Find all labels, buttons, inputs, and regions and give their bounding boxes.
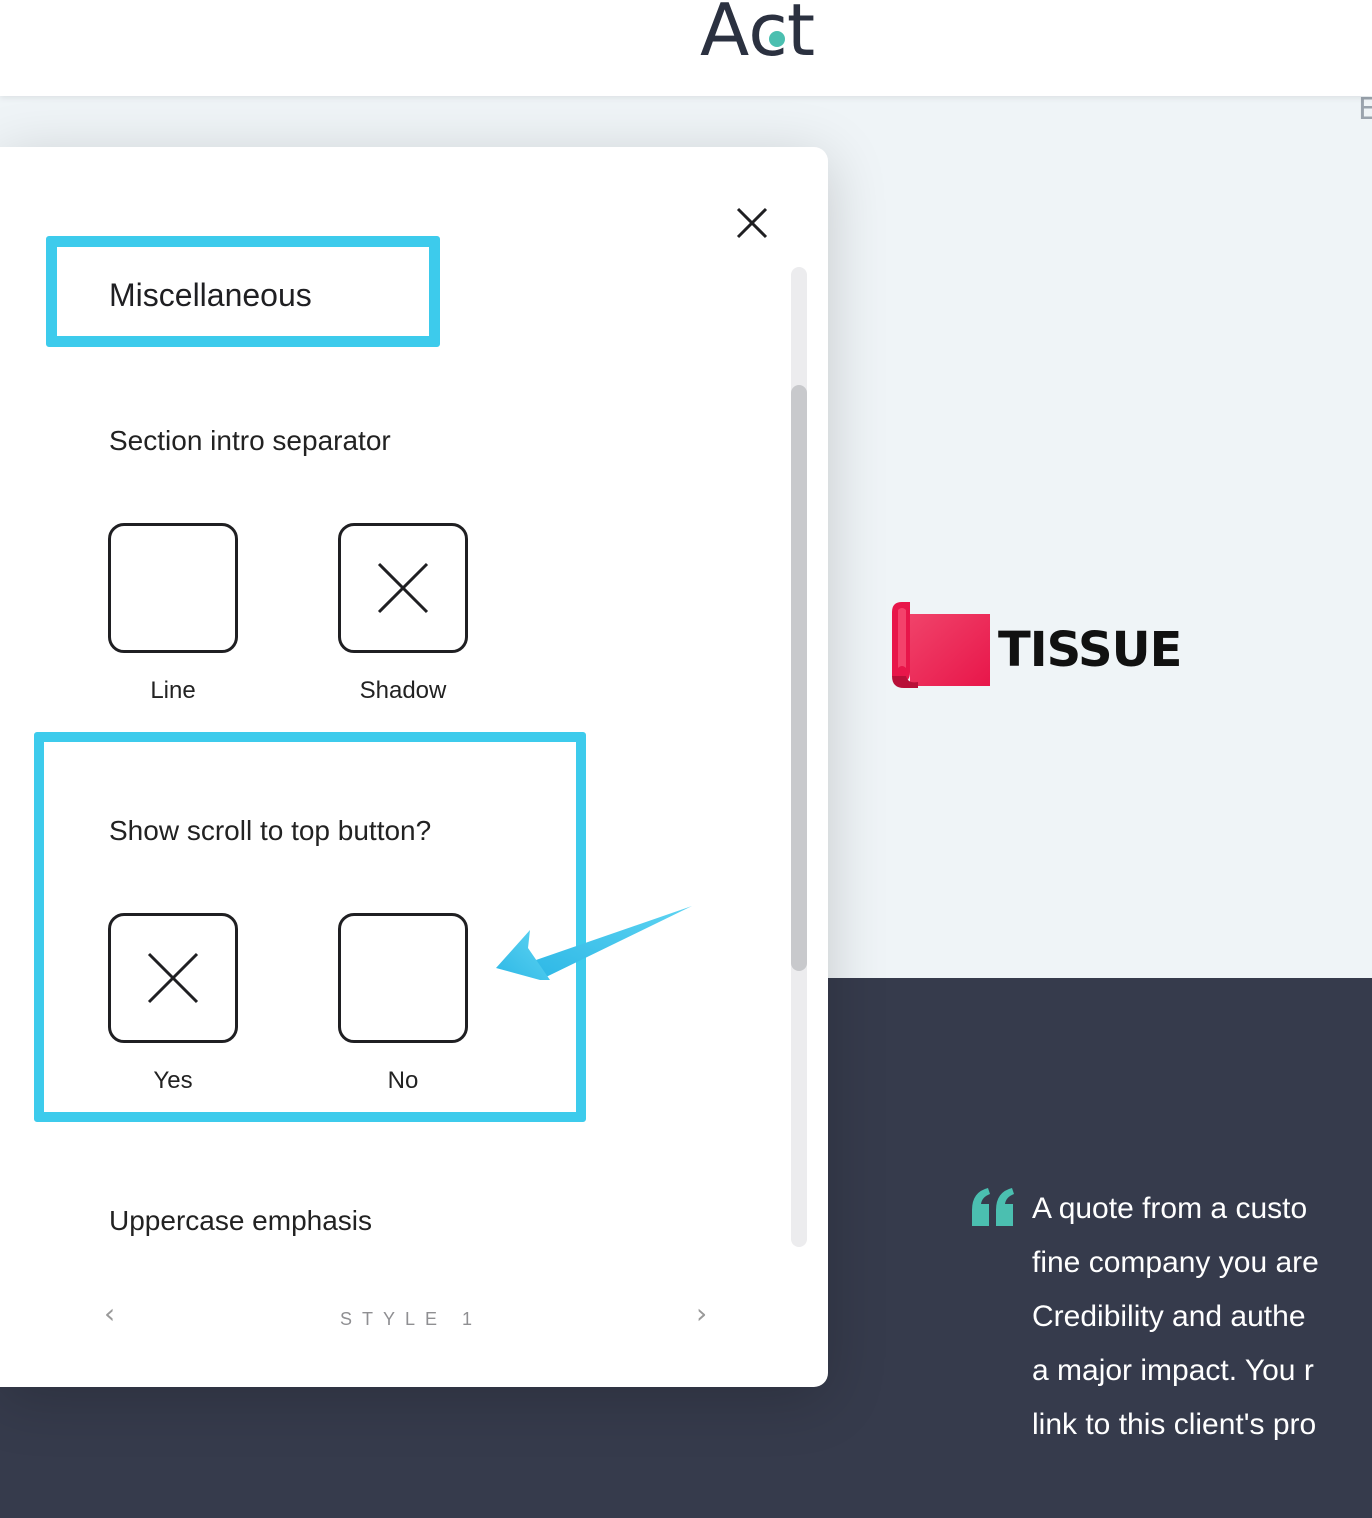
separator-option-line-label: Line — [150, 677, 196, 704]
style-label: STYLE 1 — [340, 1309, 483, 1329]
selected-x-icon — [147, 952, 199, 1004]
scroll-top-heading: Show scroll to top button? — [109, 815, 432, 846]
selected-x-icon — [377, 562, 429, 614]
panel-scrollbar-track[interactable] — [791, 267, 807, 1247]
tissue-logo-text: TISSUE — [998, 622, 1182, 678]
annotation-arrow-icon — [496, 906, 692, 980]
quote-line: fine company you are — [1032, 1246, 1319, 1279]
separator-option-line[interactable] — [108, 523, 238, 653]
separator-option-shadow-label: Shadow — [359, 677, 447, 704]
quote-text: A quote from a custo fine company you ar… — [1032, 1182, 1372, 1452]
separator-heading: Section intro separator — [109, 425, 391, 456]
act-logo[interactable]: Ac t — [700, 0, 815, 66]
scroll-top-option-yes-label: Yes — [153, 1067, 193, 1094]
chevron-left-icon[interactable]: ‹ — [104, 1297, 115, 1330]
scroll-top-option-no-label: No — [387, 1067, 419, 1094]
logo-text: Ac t — [700, 0, 815, 72]
chevron-right-icon[interactable]: › — [696, 1297, 707, 1330]
close-icon[interactable] — [732, 203, 772, 243]
section-title: Miscellaneous — [109, 277, 312, 313]
quote-line: a major impact. You r — [1032, 1354, 1314, 1387]
cropped-edge-text: E — [1358, 92, 1372, 127]
logo-dot — [769, 31, 786, 47]
separator-option-shadow[interactable] — [338, 523, 468, 653]
settings-panel: Miscellaneous Section intro separator Li… — [0, 147, 828, 1387]
quote-line: link to this client's pro — [1032, 1408, 1317, 1441]
quote-line: Credibility and authe — [1032, 1300, 1306, 1333]
scroll-top-option-no[interactable] — [338, 913, 468, 1043]
top-header: Ac t — [0, 0, 1372, 96]
quote-line: A quote from a custo — [1032, 1192, 1308, 1225]
panel-scrollbar-thumb[interactable] — [791, 385, 807, 971]
style-navigation: ‹ STYLE 1 › — [0, 1287, 790, 1347]
quote-mark-icon — [972, 1188, 1014, 1226]
uppercase-emphasis-heading: Uppercase emphasis — [109, 1205, 373, 1236]
scroll-top-option-yes[interactable] — [108, 913, 238, 1043]
